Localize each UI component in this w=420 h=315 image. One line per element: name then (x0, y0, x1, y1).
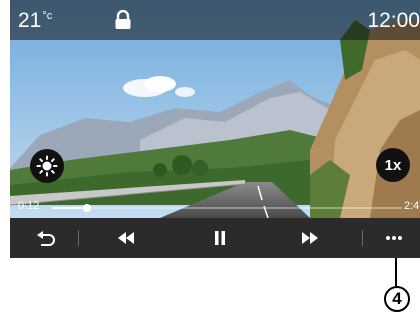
rewind-icon (118, 232, 134, 244)
lock-icon (115, 10, 131, 29)
back-button[interactable] (28, 218, 64, 258)
brightness-icon (36, 155, 58, 177)
playback-control-bar (10, 218, 420, 258)
fast-forward-icon (302, 232, 318, 244)
callout-number: 4 (384, 286, 410, 312)
rewind-button[interactable] (108, 218, 144, 258)
temperature-unit: °c (42, 10, 53, 22)
pause-icon (215, 231, 225, 245)
elapsed-time: 0:12 (18, 200, 40, 212)
remaining-time: 2:4 (404, 200, 420, 212)
media-player-screen: 21°c 12:00 1x 0:12 2:4 (10, 0, 420, 258)
progress-fill (52, 207, 87, 209)
temperature-value: 21 (18, 9, 42, 32)
pause-button[interactable] (202, 218, 238, 258)
fast-forward-button[interactable] (292, 218, 328, 258)
callout-leader-line (395, 258, 397, 286)
playback-speed-button[interactable]: 1x (376, 148, 410, 182)
temperature-readout: 21°c (18, 9, 52, 33)
progress-knob[interactable] (83, 204, 91, 212)
progress-track[interactable] (52, 204, 402, 212)
more-button[interactable] (376, 218, 412, 258)
back-icon (37, 231, 55, 246)
status-bar: 21°c 12:00 (10, 0, 420, 40)
control-divider (362, 230, 363, 246)
clock: 12:00 (367, 9, 420, 32)
more-icon (386, 236, 402, 240)
control-divider (78, 230, 79, 246)
brightness-button[interactable] (30, 149, 64, 183)
